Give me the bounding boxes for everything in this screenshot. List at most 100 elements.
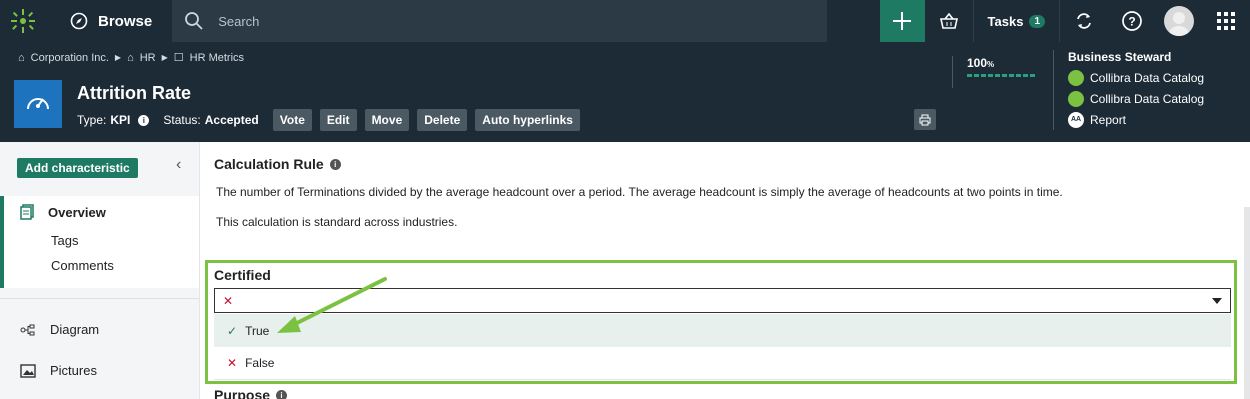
- calculation-rule-note: This calculation is standard across indu…: [216, 215, 458, 229]
- picture-icon: [20, 363, 36, 378]
- chevron-right-icon: ▶: [161, 53, 168, 62]
- cross-icon: ✕: [223, 293, 234, 308]
- steward-entry[interactable]: Collibra Data Catalog: [1068, 67, 1204, 88]
- tasks-label: Tasks: [987, 13, 1024, 29]
- collibra-logo-icon[interactable]: [0, 0, 46, 42]
- print-icon: [919, 114, 931, 125]
- sidebar-item-label: Overview: [48, 204, 106, 220]
- calculation-rule-text: The number of Terminations divided by th…: [216, 185, 1063, 199]
- option-false[interactable]: ✕ False: [214, 347, 1231, 380]
- kpi-gauge-icon: [14, 80, 62, 128]
- collapse-chevron-icon[interactable]: ‹: [176, 156, 181, 174]
- create-button[interactable]: [879, 0, 925, 42]
- search-icon: [185, 12, 203, 30]
- breadcrumb-item[interactable]: Corporation Inc.: [31, 52, 109, 64]
- add-characteristic-button[interactable]: Add characteristic: [17, 158, 138, 178]
- breadcrumb-item[interactable]: HR: [140, 52, 156, 64]
- sidebar-item-label: Pictures: [50, 363, 97, 378]
- edit-button[interactable]: Edit: [319, 109, 357, 131]
- info-icon[interactable]: i: [276, 389, 288, 399]
- steward-entry-label: Report: [1090, 112, 1127, 127]
- sidebar-item-comments[interactable]: Comments: [51, 258, 114, 273]
- sidebar: Add characteristic ‹ Overview Tags Comme…: [0, 142, 200, 399]
- completeness-value: 100: [967, 56, 988, 70]
- sidebar-item-label: Tags: [51, 233, 79, 248]
- sidebar-item-tags[interactable]: Tags: [51, 233, 78, 248]
- info-icon[interactable]: i: [329, 158, 341, 170]
- steward-entry[interactable]: AA Report: [1068, 109, 1204, 130]
- browse-label: Browse: [98, 12, 153, 30]
- cross-icon: ✕: [227, 356, 238, 370]
- steward-entry[interactable]: Collibra Data Catalog: [1068, 88, 1204, 109]
- status-label: Status:: [163, 113, 201, 127]
- search-placeholder: Search: [218, 13, 260, 29]
- purpose-heading: Purpose i: [214, 387, 288, 399]
- check-icon: ✓: [227, 323, 238, 338]
- completeness-indicator: 100%: [952, 56, 1037, 88]
- certified-title: Certified: [214, 267, 271, 283]
- document-icon: [20, 204, 34, 220]
- browse-button[interactable]: Browse: [46, 0, 172, 42]
- sidebar-item-pictures[interactable]: Pictures: [20, 363, 97, 378]
- type-value: KPI: [110, 113, 131, 127]
- community-icon: [1068, 69, 1084, 86]
- diagram-icon: [20, 324, 35, 335]
- vote-button[interactable]: Vote: [272, 109, 312, 131]
- community-icon: [1068, 90, 1084, 107]
- refresh-button[interactable]: [1060, 0, 1108, 42]
- chevron-right-icon: ▶: [114, 53, 122, 62]
- certified-heading: Certified: [214, 267, 271, 283]
- delete-button[interactable]: Delete: [417, 109, 468, 131]
- breadcrumb-item[interactable]: HR Metrics: [190, 52, 244, 64]
- sidebar-item-label: Diagram: [50, 322, 100, 337]
- sidebar-divider: [0, 298, 199, 299]
- sidebar-item-diagram[interactable]: Diagram: [20, 322, 99, 337]
- type-label: Type:: [77, 113, 107, 127]
- basket-icon: [939, 12, 958, 29]
- top-navbar: Browse Search Tasks 1 ?: [0, 0, 1250, 42]
- sidebar-item-label: Comments: [51, 258, 114, 273]
- svg-text:?: ?: [1128, 15, 1135, 29]
- compass-icon: [70, 12, 88, 30]
- calculation-rule-heading: Calculation Rule i: [214, 156, 341, 172]
- asset-header: ⌂ Corporation Inc. ▶ ⌂ HR ▶ ☐ HR Metrics…: [0, 42, 1250, 142]
- breadcrumb: ⌂ Corporation Inc. ▶ ⌂ HR ▶ ☐ HR Metrics: [18, 51, 244, 65]
- annotation-arrow-icon: [277, 277, 387, 333]
- info-icon[interactable]: i: [138, 114, 150, 126]
- plus-icon: [893, 12, 912, 30]
- print-button[interactable]: [914, 109, 936, 130]
- option-label: False: [245, 356, 275, 370]
- building-icon: ⌂: [18, 51, 25, 64]
- main-content: Calculation Rule i The number of Termina…: [200, 142, 1250, 399]
- help-button[interactable]: ?: [1108, 0, 1156, 42]
- sidebar-item-overview[interactable]: Overview: [20, 204, 106, 220]
- auto-hyperlinks-button[interactable]: Auto hyperlinks: [475, 109, 580, 131]
- building-icon: ⌂: [127, 51, 134, 64]
- asset-meta: Type: KPI i Status: Accepted Vote Edit M…: [77, 109, 580, 131]
- option-label: True: [245, 323, 270, 338]
- initials-icon: AA: [1068, 111, 1084, 128]
- steward-title: Business Steward: [1068, 50, 1172, 64]
- business-steward-panel: Business Steward Collibra Data Catalog C…: [1053, 50, 1204, 130]
- basket-button[interactable]: [925, 0, 973, 42]
- apps-grid-button[interactable]: [1202, 0, 1250, 42]
- steward-entry-label: Collibra Data Catalog: [1090, 91, 1205, 106]
- move-button[interactable]: Move: [364, 109, 410, 131]
- scrollbar[interactable]: [1244, 207, 1250, 399]
- caret-down-icon: [1212, 297, 1222, 304]
- asset-title: Attrition Rate: [77, 83, 191, 103]
- tasks-button[interactable]: Tasks 1: [972, 0, 1060, 42]
- search-input[interactable]: Search: [172, 0, 828, 42]
- refresh-icon: [1077, 13, 1091, 29]
- steward-entry-label: Collibra Data Catalog: [1090, 70, 1205, 85]
- tasks-count-badge: 1: [1029, 14, 1045, 28]
- calculation-rule-title: Calculation Rule: [214, 156, 324, 172]
- help-icon: ?: [1122, 11, 1142, 31]
- status-value: Accepted: [204, 113, 259, 127]
- apps-grid-icon: [1217, 12, 1235, 30]
- completeness-unit: %: [987, 60, 995, 69]
- purpose-title: Purpose: [214, 387, 271, 399]
- user-avatar[interactable]: [1164, 6, 1194, 36]
- completeness-bar: [967, 74, 1037, 77]
- domain-icon: ☐: [173, 52, 184, 64]
